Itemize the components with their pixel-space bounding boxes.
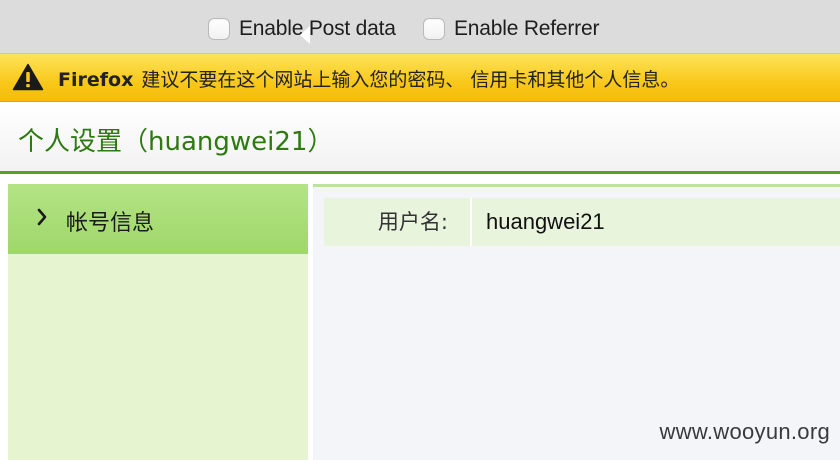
sidebar-item-account-info[interactable]: 帐号信息 bbox=[8, 184, 308, 254]
page-header: 个人设置（huangwei21） bbox=[0, 102, 840, 174]
chevron-right-icon bbox=[37, 208, 47, 226]
warning-text: 建议不要在这个网站上输入您的密码、 信用卡和其他个人信息。 bbox=[141, 69, 680, 91]
debug-toolbar: Enable Post data Enable Referrer bbox=[0, 0, 840, 54]
active-item-pointer bbox=[300, 26, 310, 44]
enable-referrer-option[interactable]: Enable Referrer bbox=[423, 15, 599, 43]
warning-triangle-icon bbox=[12, 63, 44, 91]
username-value: huangwei21 bbox=[486, 209, 605, 234]
username-row: 用户名: huangwei21 bbox=[324, 198, 840, 246]
username-label: 用户名: bbox=[324, 198, 472, 246]
enable-referrer-checkbox[interactable] bbox=[423, 18, 445, 40]
watermark: www.wooyun.org bbox=[659, 419, 830, 444]
enable-post-data-checkbox[interactable] bbox=[208, 18, 230, 40]
warning-message: Firefox 建议不要在这个网站上输入您的密码、 信用卡和其他个人信息。 bbox=[58, 65, 679, 92]
page-title: 个人设置（huangwei21） bbox=[18, 127, 334, 157]
warning-brand: Firefox bbox=[58, 69, 134, 91]
sidebar: 帐号信息 bbox=[8, 184, 308, 460]
enable-referrer-label: Enable Referrer bbox=[454, 17, 600, 40]
enable-post-data-label: Enable Post data bbox=[239, 17, 396, 40]
sidebar-item-label: 帐号信息 bbox=[66, 211, 155, 236]
insecure-form-warning-bar: Firefox 建议不要在这个网站上输入您的密码、 信用卡和其他个人信息。 bbox=[0, 54, 840, 102]
